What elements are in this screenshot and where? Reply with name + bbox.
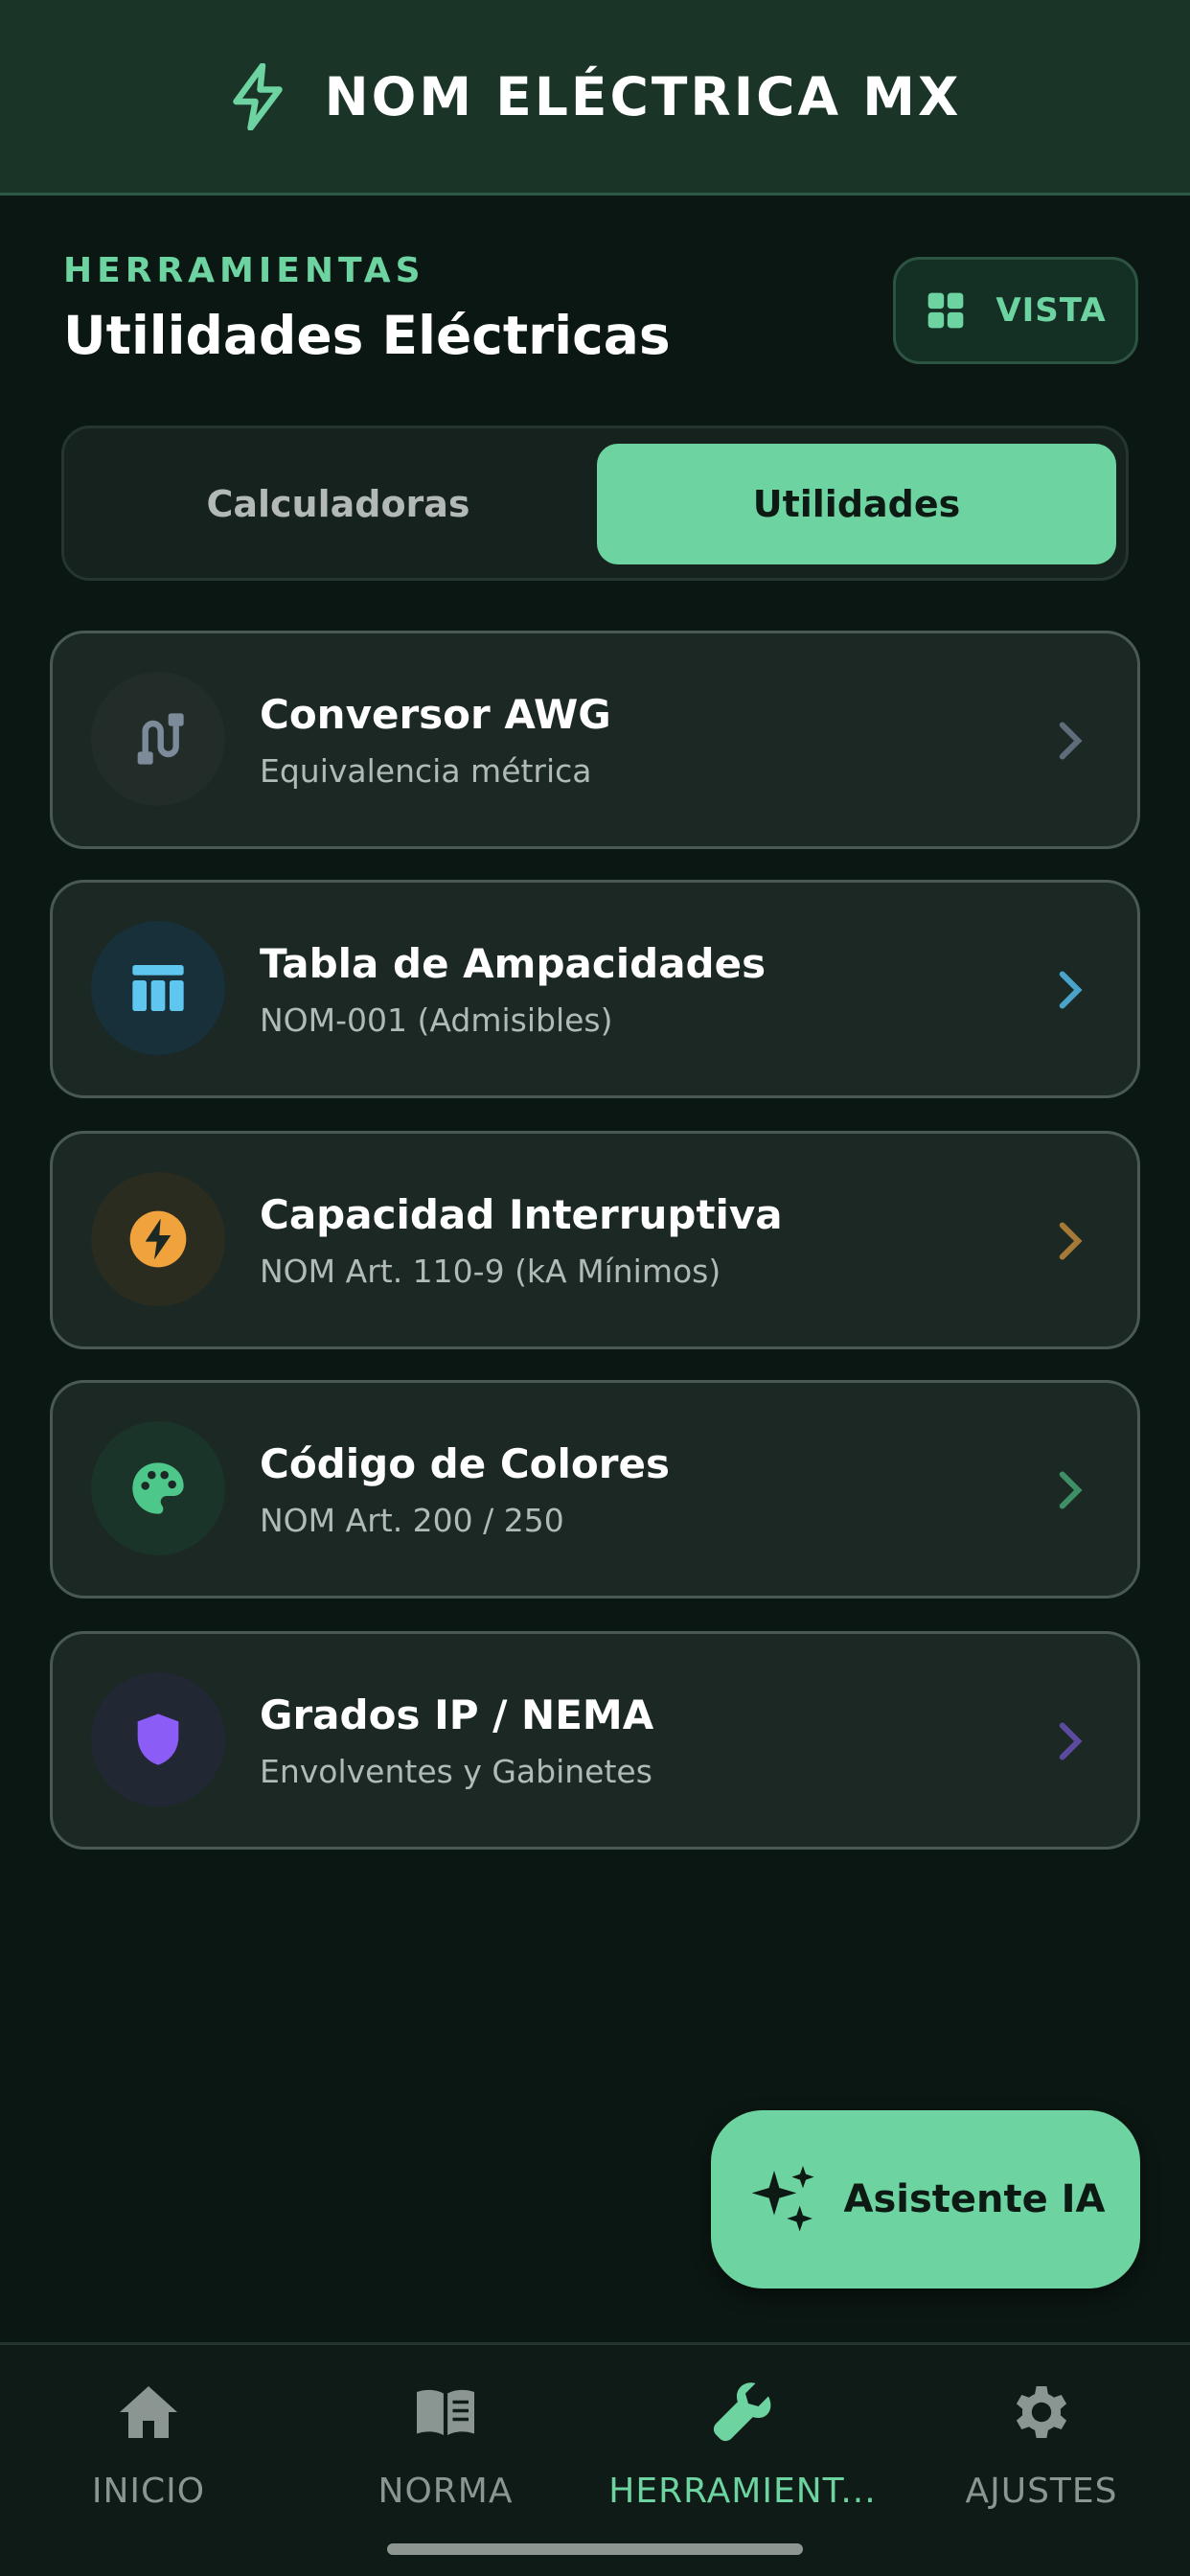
nav-item-inicio[interactable]: INICIO: [0, 2378, 297, 2541]
tool-card-awg[interactable]: Conversor AWG Equivalencia métrica: [50, 631, 1140, 849]
app-title: NOM ELÉCTRICA MX: [324, 65, 962, 127]
segmented-control: Calculadoras Utilidades: [61, 426, 1129, 581]
chevron-right-icon: [1059, 1722, 1083, 1760]
tool-title: Tabla de Ampacidades: [260, 940, 767, 987]
shield-icon: [137, 1714, 179, 1765]
icon-container: [91, 1421, 225, 1555]
wrench-icon: [713, 2382, 771, 2442]
tool-card-capacidad[interactable]: Capacidad Interruptiva NOM Art. 110-9 (k…: [50, 1131, 1140, 1349]
sparkles-icon: [752, 2166, 815, 2232]
nav-item-ajustes[interactable]: AJUSTES: [893, 2378, 1190, 2541]
page-title: Utilidades Eléctricas: [63, 305, 671, 366]
tool-title: Grados IP / NEMA: [260, 1691, 654, 1738]
view-toggle-button[interactable]: VISTA: [893, 257, 1138, 364]
chevron-right-icon: [1059, 1471, 1083, 1509]
table-icon: [132, 965, 184, 1011]
tool-subtitle: Envolventes y Gabinetes: [260, 1753, 652, 1790]
home-indicator[interactable]: [387, 2543, 803, 2555]
tool-subtitle: NOM Art. 110-9 (kA Mínimos): [260, 1253, 721, 1290]
section-overline: HERRAMIENTAS: [63, 251, 425, 290]
tool-card-ip-nema[interactable]: Grados IP / NEMA Envolventes y Gabinetes: [50, 1631, 1140, 1850]
home-icon: [120, 2386, 177, 2438]
view-button-label: VISTA: [995, 291, 1107, 330]
nav-label: AJUSTES: [965, 2472, 1118, 2511]
grid-icon: [927, 292, 964, 329]
tab-calculadoras[interactable]: Calculadoras: [80, 444, 597, 564]
tab-utilidades[interactable]: Utilidades: [597, 444, 1116, 564]
tool-title: Conversor AWG: [260, 691, 611, 738]
tool-title: Capacidad Interruptiva: [260, 1191, 783, 1238]
ai-assistant-label: Asistente IA: [843, 2177, 1106, 2221]
bottom-navigation: INICIO NORMA HERRAMIENT... AJUSTES: [0, 2342, 1190, 2576]
app-bar: NOM ELÉCTRICA MX: [0, 0, 1190, 196]
nav-label: HERRAMIENT...: [608, 2472, 877, 2511]
chevron-right-icon: [1059, 722, 1083, 760]
tool-card-ampacidades[interactable]: Tabla de Ampacidades NOM-001 (Admisibles…: [50, 880, 1140, 1098]
nav-item-norma[interactable]: NORMA: [297, 2378, 594, 2541]
icon-container: [91, 1172, 225, 1306]
palette-icon: [132, 1462, 184, 1514]
tool-subtitle: Equivalencia métrica: [260, 752, 592, 790]
tool-title: Código de Colores: [260, 1440, 670, 1487]
icon-container: [91, 672, 225, 806]
gear-icon: [1016, 2386, 1067, 2438]
nav-label: NORMA: [378, 2472, 514, 2511]
icon-container: [91, 1672, 225, 1806]
tool-card-colores[interactable]: Código de Colores NOM Art. 200 / 250: [50, 1380, 1140, 1598]
cable-icon: [137, 713, 184, 765]
tool-subtitle: NOM Art. 200 / 250: [260, 1502, 564, 1539]
chevron-right-icon: [1059, 971, 1083, 1009]
nav-item-herramientas[interactable]: HERRAMIENT...: [594, 2378, 891, 2541]
nav-label: INICIO: [91, 2472, 206, 2511]
book-icon: [417, 2389, 474, 2435]
bolt-icon: [232, 62, 283, 130]
bolt-circle-icon: [129, 1210, 187, 1268]
chevron-right-icon: [1059, 1222, 1083, 1260]
icon-container: [91, 921, 225, 1055]
ai-assistant-button[interactable]: Asistente IA: [711, 2110, 1140, 2288]
tool-subtitle: NOM-001 (Admisibles): [260, 1001, 613, 1039]
